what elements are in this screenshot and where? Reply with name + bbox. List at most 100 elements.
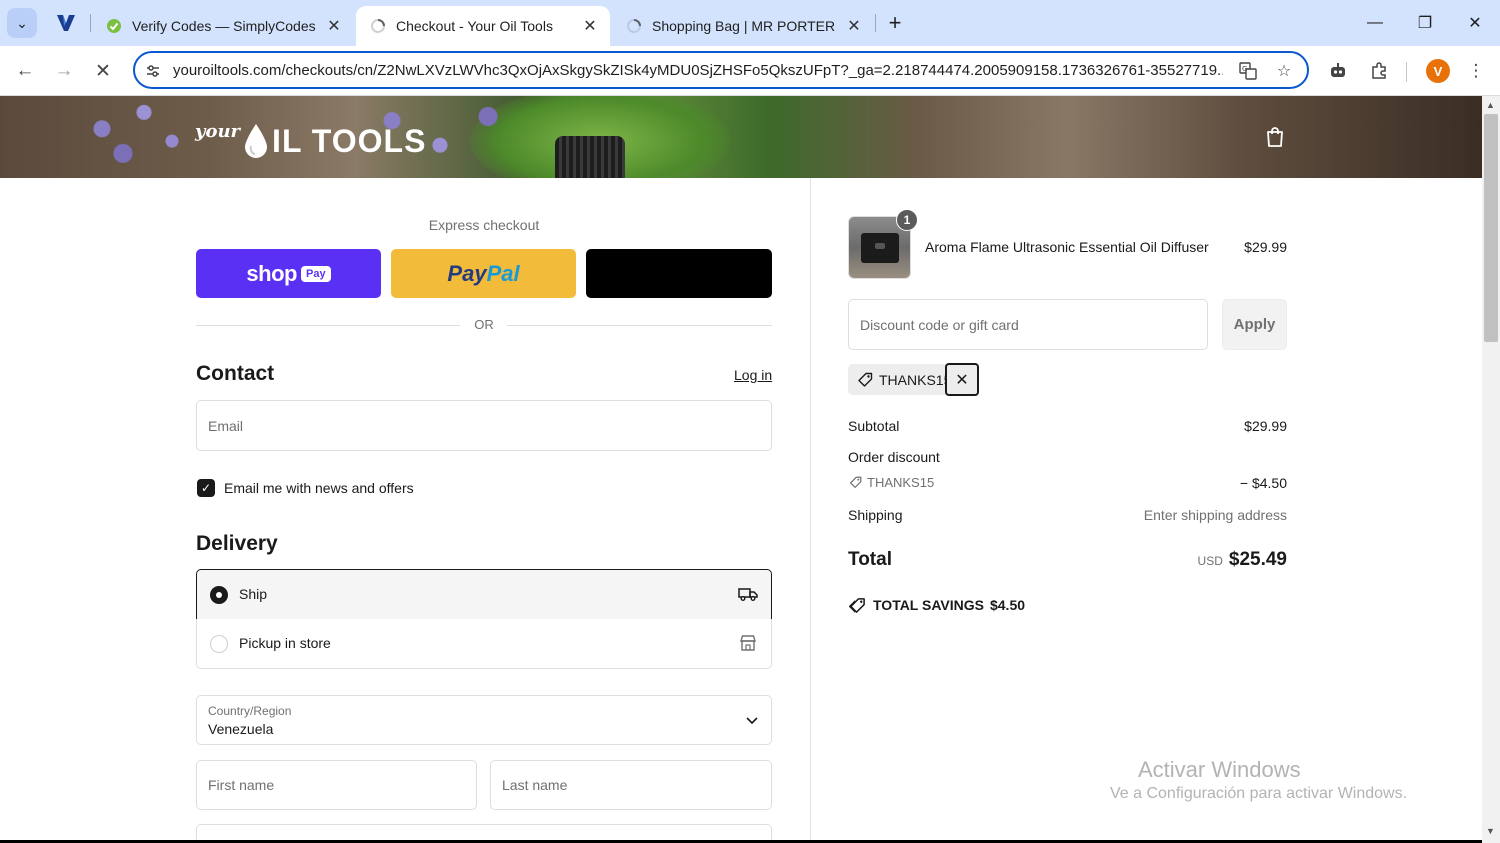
or-divider-line bbox=[507, 325, 772, 326]
discount-code-text: THANKS15 bbox=[867, 475, 935, 490]
discount-code-row: THANKS15 bbox=[848, 475, 934, 490]
order-discount-label: Order discount bbox=[848, 449, 940, 465]
subtotal-label: Subtotal bbox=[848, 418, 900, 434]
country-select[interactable]: Country/Region Venezuela bbox=[196, 695, 772, 745]
apply-button[interactable]: Apply bbox=[1222, 299, 1287, 350]
tab-separator bbox=[90, 14, 91, 32]
ship-option[interactable]: Ship bbox=[196, 569, 772, 620]
column-divider bbox=[810, 178, 811, 843]
tab-title: Shopping Bag | MR PORTER bbox=[652, 18, 836, 34]
back-button[interactable]: ← bbox=[10, 56, 40, 86]
pickup-label: Pickup in store bbox=[239, 635, 331, 651]
or-divider-line bbox=[196, 325, 460, 326]
minimize-icon: — bbox=[1367, 14, 1383, 31]
checkmark-icon: ✓ bbox=[200, 481, 212, 495]
remove-code-button[interactable]: ✕ bbox=[945, 363, 979, 396]
close-icon: ✕ bbox=[95, 60, 111, 82]
close-icon[interactable]: ✕ bbox=[324, 16, 344, 36]
address-bar[interactable]: youroiltools.com/checkouts/cn/Z2NwLXVzLW… bbox=[133, 51, 1309, 89]
scrollbar-thumb[interactable] bbox=[1484, 114, 1498, 342]
or-divider-text: OR bbox=[474, 317, 494, 332]
loading-icon bbox=[370, 18, 386, 34]
shipping-label: Shipping bbox=[848, 507, 903, 523]
scroll-down-icon[interactable]: ▼ bbox=[1486, 826, 1495, 836]
email-placeholder: Email bbox=[208, 417, 244, 434]
logo-brand-text: IL TOOLS bbox=[272, 123, 427, 159]
contact-title: Contact bbox=[196, 362, 275, 385]
country-value: Venezuela bbox=[208, 721, 274, 737]
savings-label: TOTAL SAVINGS bbox=[873, 597, 984, 613]
paypal-word-a: Pay bbox=[447, 260, 487, 286]
ship-radio[interactable] bbox=[210, 586, 228, 604]
star-icon[interactable]: ☆ bbox=[1273, 60, 1295, 82]
windows-activation-title: Activar Windows bbox=[1138, 757, 1301, 782]
tag-icon bbox=[857, 372, 873, 388]
pickup-option[interactable]: Pickup in store bbox=[196, 619, 772, 669]
express-pay-button[interactable] bbox=[586, 249, 772, 298]
last-name-placeholder: Last name bbox=[502, 777, 568, 793]
bottle-decoration bbox=[555, 136, 625, 178]
news-checkbox-label[interactable]: Email me with news and offers bbox=[224, 480, 414, 496]
ship-label: Ship bbox=[239, 586, 268, 602]
plus-icon: + bbox=[888, 10, 902, 35]
puzzle-icon[interactable] bbox=[1364, 56, 1394, 86]
shopping-bag-icon[interactable] bbox=[1263, 125, 1287, 149]
v-logo-icon bbox=[57, 15, 75, 31]
paypal-button[interactable]: Pay Pal bbox=[391, 249, 576, 298]
windows-activation-text: Ve a Configuración para activar Windows. bbox=[1110, 785, 1408, 802]
pinned-tab[interactable] bbox=[52, 10, 80, 36]
applied-code-text: THANKS15 bbox=[879, 371, 952, 388]
close-icon[interactable]: ✕ bbox=[844, 16, 864, 36]
restore-button[interactable]: ❐ bbox=[1410, 8, 1440, 38]
total-label: Total bbox=[848, 549, 892, 570]
site-settings-icon[interactable] bbox=[143, 61, 163, 81]
tab-shopping-bag[interactable]: Shopping Bag | MR PORTER ✕ bbox=[612, 6, 874, 46]
tab-checkout[interactable]: Checkout - Your Oil Tools ✕ bbox=[356, 6, 610, 46]
store-icon bbox=[737, 633, 759, 653]
first-name-placeholder: First name bbox=[208, 777, 275, 793]
product-name: Aroma Flame Ultrasonic Essential Oil Dif… bbox=[925, 239, 1209, 255]
tab-search-dropdown[interactable]: ⌄ bbox=[7, 8, 37, 38]
first-name-field[interactable]: First name bbox=[196, 760, 477, 810]
store-logo[interactable]: your IL TOOLS bbox=[195, 114, 426, 160]
email-field[interactable]: Email bbox=[196, 400, 772, 451]
url-text[interactable]: youroiltools.com/checkouts/cn/Z2NwLXVzLW… bbox=[173, 62, 1223, 79]
stop-button[interactable]: ✕ bbox=[88, 56, 118, 86]
news-checkbox[interactable]: ✓ bbox=[197, 479, 215, 497]
discount-input[interactable]: Discount code or gift card bbox=[848, 299, 1208, 350]
chevron-down-icon: ⌄ bbox=[16, 14, 28, 31]
scroll-up-icon[interactable]: ▲ bbox=[1486, 100, 1495, 110]
logo-your-text: your bbox=[195, 121, 241, 142]
applied-code-chip: THANKS15 bbox=[848, 364, 951, 395]
restore-icon: ❐ bbox=[1417, 15, 1433, 32]
menu-icon[interactable]: ⋮ bbox=[1461, 56, 1491, 86]
shop-pay-button[interactable]: shop Pay bbox=[196, 249, 381, 298]
svg-text:G: G bbox=[1242, 65, 1247, 73]
last-name-field[interactable]: Last name bbox=[490, 760, 772, 810]
extension-icon[interactable] bbox=[1323, 56, 1353, 86]
browser-toolbar: ← → ✕ youroiltools.com/checkouts/cn/Z2Nw… bbox=[0, 46, 1500, 96]
truck-icon bbox=[737, 584, 759, 604]
arrow-right-icon: → bbox=[54, 60, 74, 81]
shipping-value: Enter shipping address bbox=[1143, 507, 1287, 523]
arrow-left-icon: ← bbox=[15, 60, 35, 81]
product-price: $29.99 bbox=[1244, 239, 1287, 255]
shop-pay-word: shop bbox=[246, 260, 297, 286]
forward-button[interactable]: → bbox=[49, 56, 79, 86]
close-icon[interactable]: ✕ bbox=[580, 16, 600, 36]
login-link[interactable]: Log in bbox=[734, 367, 772, 383]
tab-title: Checkout - Your Oil Tools bbox=[396, 18, 553, 34]
tag-icon bbox=[848, 476, 862, 490]
minimize-button[interactable]: — bbox=[1360, 8, 1390, 38]
total-value: $25.49 bbox=[1228, 549, 1287, 570]
pickup-radio[interactable] bbox=[210, 635, 228, 653]
new-tab-button[interactable]: + bbox=[882, 10, 908, 36]
profile-avatar[interactable]: V bbox=[1426, 59, 1450, 83]
total-savings: TOTAL SAVINGS $4.50 bbox=[848, 596, 1025, 614]
close-window-button[interactable]: ✕ bbox=[1460, 8, 1490, 38]
translate-icon[interactable]: G bbox=[1237, 60, 1259, 82]
tab-verify-codes[interactable]: Verify Codes — SimplyCodes ✕ bbox=[92, 6, 354, 46]
lavender-decoration bbox=[60, 96, 200, 178]
currency-code: USD bbox=[1197, 554, 1223, 568]
country-label: Country/Region bbox=[208, 704, 292, 718]
